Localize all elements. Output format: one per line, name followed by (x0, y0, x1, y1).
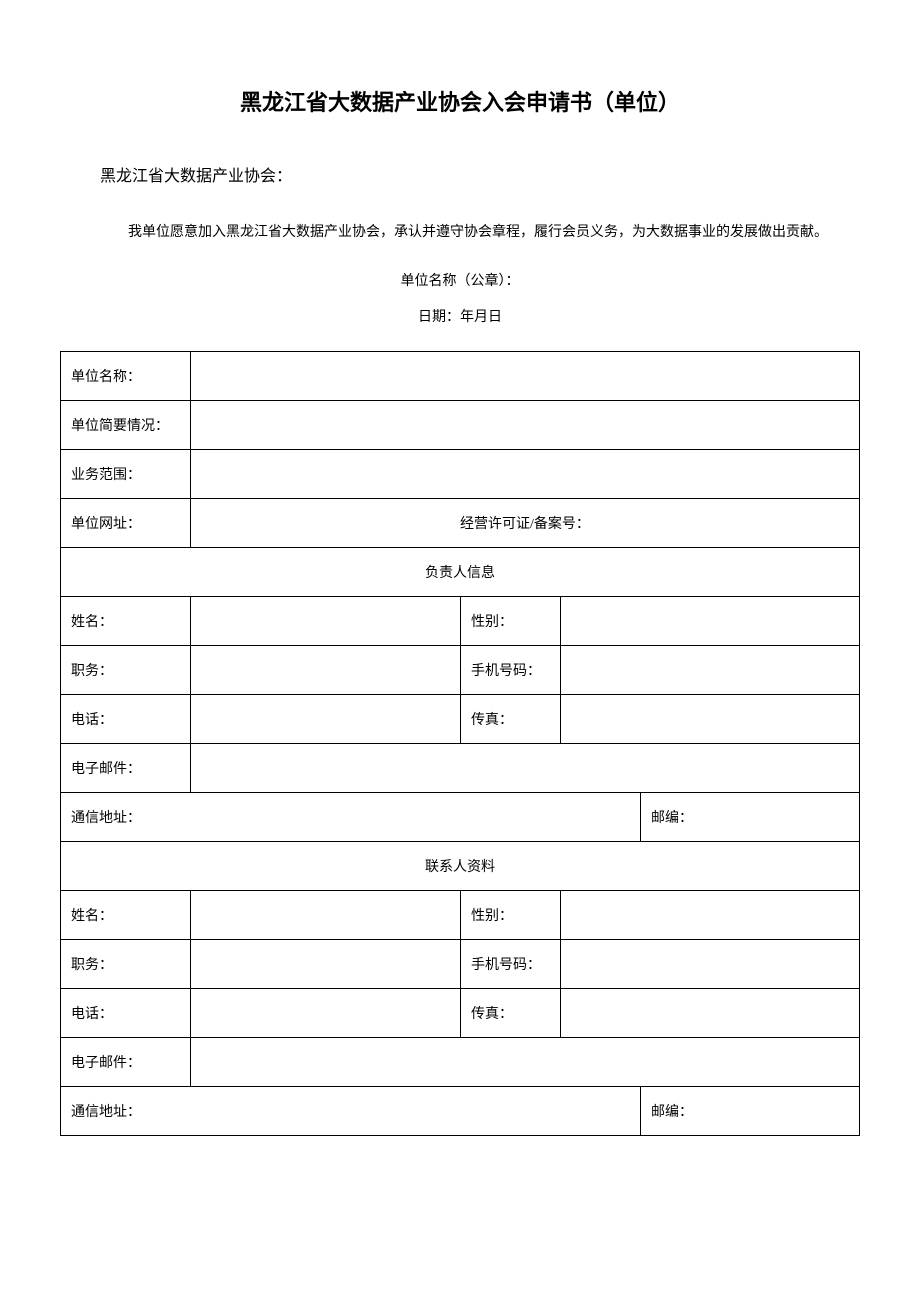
label-contact-mobile: 手机号码： (461, 939, 561, 988)
field-unit-name[interactable] (191, 351, 860, 400)
field-contact-gender[interactable] (561, 890, 860, 939)
label-business-scope: 业务范围： (61, 449, 191, 498)
table-row: 单位简要情况： (61, 400, 860, 449)
label-website: 单位网址： (61, 498, 191, 547)
label-contact-gender: 性别： (461, 890, 561, 939)
table-row: 电话： 传真： (61, 988, 860, 1037)
field-business-scope[interactable] (191, 449, 860, 498)
field-contact-position[interactable] (191, 939, 461, 988)
table-row: 电子邮件： (61, 1037, 860, 1086)
contact-address-table: 通信地址： 邮编： (60, 1087, 860, 1136)
label-leader-gender: 性别： (461, 596, 561, 645)
field-contact-email[interactable] (191, 1037, 860, 1086)
label-unit-summary: 单位简要情况： (61, 400, 191, 449)
label-leader-position: 职务： (61, 645, 191, 694)
table-row: 电子邮件： (61, 743, 860, 792)
label-leader-mobile: 手机号码： (461, 645, 561, 694)
table-row: 单位网址： 经营许可证/备案号： (61, 498, 860, 547)
table-row: 通信地址： 邮编： (61, 793, 860, 842)
leader-address-table: 通信地址： 邮编： (60, 793, 860, 842)
field-leader-position[interactable] (191, 645, 461, 694)
field-contact-mobile[interactable] (561, 939, 860, 988)
field-leader-gender[interactable] (561, 596, 860, 645)
application-table: 单位名称： 单位简要情况： 业务范围： 单位网址： 经营许可证/备案号： 负责人… (60, 351, 860, 793)
label-contact-fax: 传真： (461, 988, 561, 1037)
addressee: 黑龙江省大数据产业协会： (100, 162, 860, 186)
document-title: 黑龙江省大数据产业协会入会申请书（单位） (60, 85, 860, 117)
label-license: 经营许可证/备案号： (191, 498, 860, 547)
field-contact-name[interactable] (191, 890, 461, 939)
label-contact-address: 通信地址： (61, 1087, 641, 1136)
field-leader-fax[interactable] (561, 694, 860, 743)
label-leader-postcode: 邮编： (641, 793, 860, 842)
table-row: 职务： 手机号码： (61, 645, 860, 694)
date-label: 日期：年月日 (60, 306, 860, 326)
field-leader-mobile[interactable] (561, 645, 860, 694)
table-row: 姓名： 性别： (61, 890, 860, 939)
field-leader-email[interactable] (191, 743, 860, 792)
label-contact-email: 电子邮件： (61, 1037, 191, 1086)
table-row: 单位名称： (61, 351, 860, 400)
label-contact-phone: 电话： (61, 988, 191, 1037)
field-unit-summary[interactable] (191, 400, 860, 449)
label-contact-position: 职务： (61, 939, 191, 988)
table-row: 通信地址： 邮编： (61, 1087, 860, 1136)
signature-label: 单位名称（公章）： (60, 270, 860, 290)
label-leader-address: 通信地址： (61, 793, 641, 842)
table-row: 业务范围： (61, 449, 860, 498)
label-unit-name: 单位名称： (61, 351, 191, 400)
label-contact-name: 姓名： (61, 890, 191, 939)
table-row: 联系人资料 (61, 842, 860, 891)
label-contact-postcode: 邮编： (641, 1087, 860, 1136)
field-contact-fax[interactable] (561, 988, 860, 1037)
table-row: 电话： 传真： (61, 694, 860, 743)
field-leader-name[interactable] (191, 596, 461, 645)
label-leader-email: 电子邮件： (61, 743, 191, 792)
label-leader-phone: 电话： (61, 694, 191, 743)
table-row: 职务： 手机号码： (61, 939, 860, 988)
contact-table: 联系人资料 姓名： 性别： 职务： 手机号码： 电话： 传真： 电子邮件： (60, 842, 860, 1087)
label-leader-fax: 传真： (461, 694, 561, 743)
section-contact-info: 联系人资料 (61, 842, 860, 891)
label-leader-name: 姓名： (61, 596, 191, 645)
section-leader-info: 负责人信息 (61, 547, 860, 596)
table-row: 负责人信息 (61, 547, 860, 596)
field-leader-phone[interactable] (191, 694, 461, 743)
body-paragraph: 我单位愿意加入黑龙江省大数据产业协会，承认并遵守协会章程，履行会员义务，为大数据… (100, 216, 860, 250)
field-contact-phone[interactable] (191, 988, 461, 1037)
table-row: 姓名： 性别： (61, 596, 860, 645)
